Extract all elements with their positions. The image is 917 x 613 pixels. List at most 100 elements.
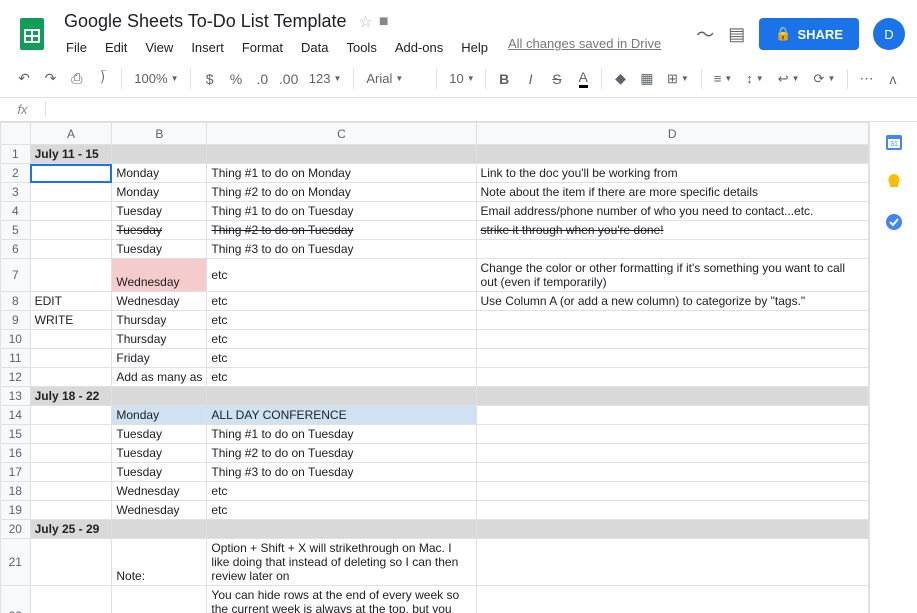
cell[interactable]: Add as many as <box>112 368 207 387</box>
column-header-A[interactable]: A <box>30 123 112 145</box>
menu-view[interactable]: View <box>137 36 181 59</box>
redo-button[interactable]: ↷ <box>38 66 62 92</box>
undo-button[interactable]: ↶ <box>12 66 36 92</box>
tasks-addon-icon[interactable] <box>884 212 904 232</box>
cell[interactable]: Thing #2 to do on Tuesday <box>207 221 476 240</box>
cell[interactable] <box>30 425 112 444</box>
cell[interactable]: Monday <box>112 164 207 183</box>
italic-button[interactable]: I <box>518 66 542 92</box>
cell[interactable] <box>30 202 112 221</box>
column-header-B[interactable]: B <box>112 123 207 145</box>
cell[interactable]: Thing #1 to do on Monday <box>207 164 476 183</box>
keep-addon-icon[interactable] <box>884 172 904 192</box>
cell[interactable]: Thing #1 to do on Tuesday <box>207 202 476 221</box>
cell[interactable]: July 11 - 15 <box>30 145 112 164</box>
star-icon[interactable]: ☆ <box>359 12 373 32</box>
menu-help[interactable]: Help <box>453 36 496 59</box>
cell[interactable]: etc <box>207 501 476 520</box>
explore-icon[interactable]: 〜 <box>696 21 714 47</box>
cell[interactable] <box>476 368 868 387</box>
cell[interactable] <box>30 221 112 240</box>
cell[interactable] <box>207 145 476 164</box>
row-header[interactable]: 2 <box>1 164 31 183</box>
merge-cells-dropdown[interactable]: ⊞▼ <box>661 71 695 87</box>
row-header[interactable]: 3 <box>1 183 31 202</box>
text-rotation-dropdown[interactable]: ⟳▼ <box>808 71 842 87</box>
cell[interactable]: Email address/phone number of who you ne… <box>476 202 868 221</box>
cell[interactable] <box>476 482 868 501</box>
account-avatar[interactable]: D <box>873 18 905 50</box>
move-folder-icon[interactable]: ■ <box>379 13 389 31</box>
cell[interactable]: Tuesday <box>112 425 207 444</box>
row-header[interactable]: 12 <box>1 368 31 387</box>
row-header[interactable]: 9 <box>1 311 31 330</box>
cell[interactable]: etc <box>207 292 476 311</box>
cell[interactable] <box>476 463 868 482</box>
menu-file[interactable]: File <box>58 36 95 59</box>
cell[interactable]: July 18 - 22 <box>30 387 112 406</box>
cell[interactable] <box>30 482 112 501</box>
horizontal-align-dropdown[interactable]: ≡▼ <box>708 71 739 86</box>
cell[interactable]: Tuesday <box>112 202 207 221</box>
document-title[interactable]: Google Sheets To-Do List Template <box>58 9 353 34</box>
menu-addons[interactable]: Add-ons <box>387 36 451 59</box>
cell[interactable]: Friday <box>112 349 207 368</box>
menu-data[interactable]: Data <box>293 36 336 59</box>
more-toolbar-button[interactable]: ⋯ <box>854 66 878 92</box>
cell[interactable]: Tuesday <box>112 444 207 463</box>
cell[interactable] <box>476 586 868 613</box>
cell[interactable]: Change the color or other formatting if … <box>476 259 868 292</box>
cell[interactable] <box>30 240 112 259</box>
cell[interactable]: etc <box>207 259 476 292</box>
font-size-dropdown[interactable]: 10▼ <box>443 71 479 86</box>
column-header-D[interactable]: D <box>476 123 868 145</box>
cell[interactable] <box>476 520 868 539</box>
cell[interactable]: Thursday <box>112 311 207 330</box>
column-header-C[interactable]: C <box>207 123 476 145</box>
cell[interactable]: Monday <box>112 183 207 202</box>
cell[interactable] <box>30 164 112 183</box>
vertical-align-dropdown[interactable]: ↕▼ <box>740 71 769 86</box>
cell[interactable] <box>476 145 868 164</box>
cell[interactable]: Note about the item if there are more sp… <box>476 183 868 202</box>
row-header[interactable]: 21 <box>1 539 31 586</box>
cell[interactable] <box>476 330 868 349</box>
cell[interactable] <box>476 240 868 259</box>
formula-input[interactable] <box>46 102 917 117</box>
changes-saved-text[interactable]: All changes saved in Drive <box>508 36 661 59</box>
cell[interactable]: Tuesday <box>112 240 207 259</box>
row-header[interactable]: 22 <box>1 586 31 613</box>
cell[interactable] <box>207 387 476 406</box>
comments-icon[interactable]: ▤ <box>728 24 745 45</box>
cell[interactable] <box>30 259 112 292</box>
cell[interactable]: strike it through when you're done! <box>476 221 868 240</box>
row-header[interactable]: 4 <box>1 202 31 221</box>
cell[interactable]: Thing #2 to do on Monday <box>207 183 476 202</box>
row-header[interactable]: 14 <box>1 406 31 425</box>
number-format-dropdown[interactable]: 123▼ <box>303 71 348 86</box>
print-button[interactable]: ⎙ <box>65 66 89 92</box>
row-header[interactable]: 11 <box>1 349 31 368</box>
cell[interactable]: Tuesday <box>112 221 207 240</box>
cell[interactable] <box>207 520 476 539</box>
cell[interactable]: You can hide rows at the end of every we… <box>207 586 476 613</box>
row-header[interactable]: 19 <box>1 501 31 520</box>
cell[interactable] <box>476 444 868 463</box>
row-header[interactable]: 10 <box>1 330 31 349</box>
row-header[interactable]: 18 <box>1 482 31 501</box>
cell[interactable]: Wednesday <box>112 482 207 501</box>
menu-tools[interactable]: Tools <box>338 36 384 59</box>
row-header[interactable]: 15 <box>1 425 31 444</box>
cell[interactable] <box>476 425 868 444</box>
strikethrough-button[interactable]: S <box>545 66 569 92</box>
cell[interactable]: Note: <box>112 586 207 613</box>
cell[interactable] <box>30 349 112 368</box>
cell[interactable]: Thursday <box>112 330 207 349</box>
cell[interactable]: Thing #2 to do on Tuesday <box>207 444 476 463</box>
row-header[interactable]: 5 <box>1 221 31 240</box>
cell[interactable] <box>30 406 112 425</box>
menu-edit[interactable]: Edit <box>97 36 135 59</box>
cell[interactable] <box>476 501 868 520</box>
cell[interactable]: WRITE <box>30 311 112 330</box>
cell[interactable] <box>30 463 112 482</box>
